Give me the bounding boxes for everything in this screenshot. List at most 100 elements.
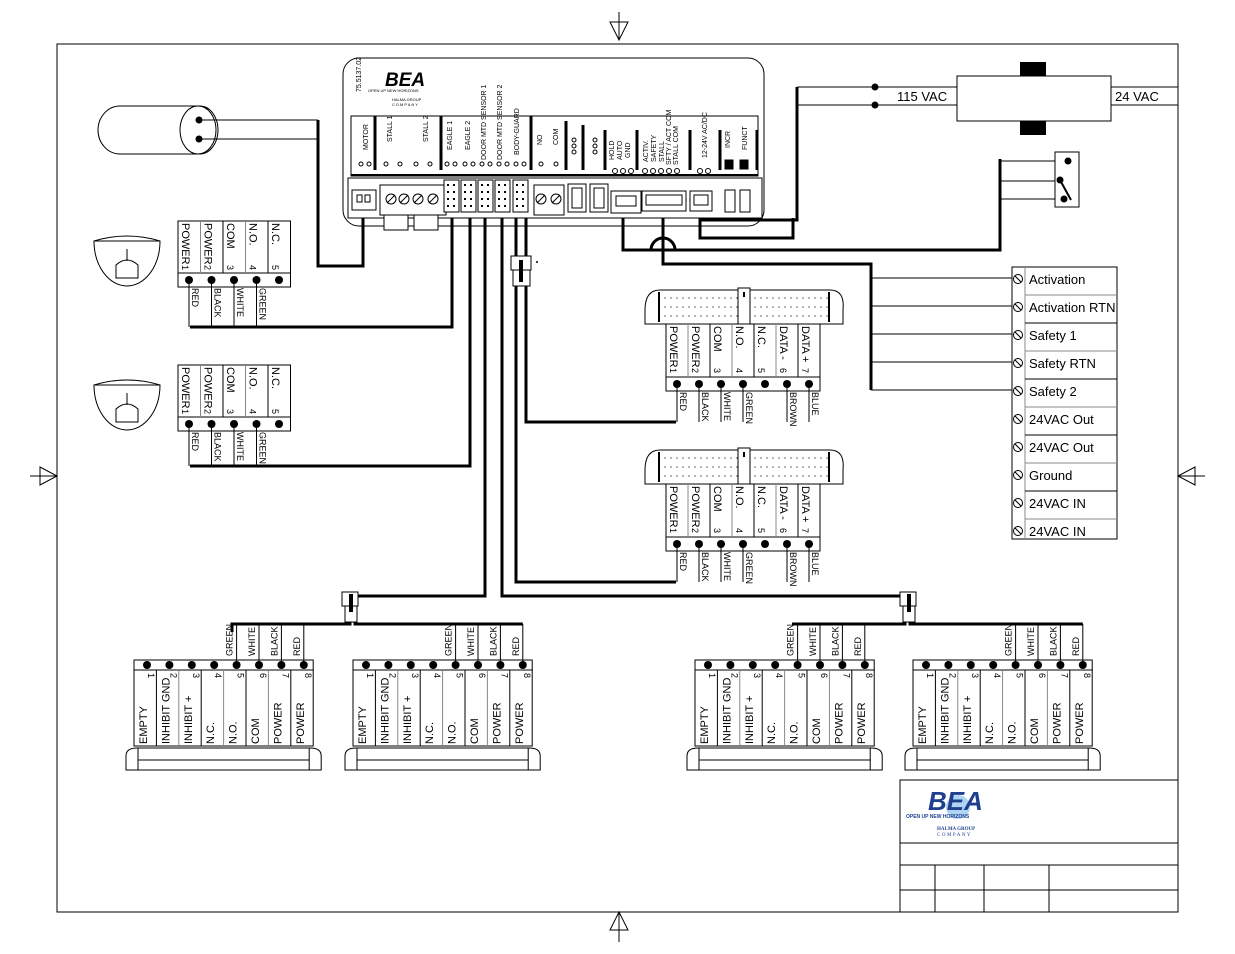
title-block-tagline: OPEN UP NEW HORIZONS	[906, 814, 970, 820]
pin-number: 6	[477, 673, 487, 678]
wire-color-label: WHITE	[722, 392, 732, 421]
terminal-label: Safety RTN	[1029, 356, 1096, 371]
pin-number: 7	[800, 368, 810, 373]
controller-group-2: COMPANY	[392, 102, 419, 107]
terminal-dot	[650, 168, 656, 174]
wire-color-label: BLACK	[700, 552, 710, 582]
pin-terminal	[275, 420, 283, 428]
wire-color-label: WHITE	[808, 627, 818, 656]
pin-label: EMPTY	[138, 705, 150, 744]
controller-section-label: SFTY / ACT COM	[666, 109, 673, 165]
terminal-label: Safety 2	[1029, 384, 1077, 399]
wire-color-label: WHITE	[466, 627, 476, 656]
pin-number: 5	[756, 528, 766, 533]
terminal-dot	[666, 168, 672, 174]
pin-number: 1	[925, 673, 935, 678]
funct-button[interactable]	[739, 159, 749, 170]
pin-number: 5	[236, 673, 246, 678]
controller-section-label: MOTOR	[363, 124, 370, 150]
incr-button[interactable]	[724, 159, 734, 170]
pin-label: N.C.	[766, 722, 778, 744]
wire-color-label: WHITE	[235, 432, 245, 461]
pin-label: POWER	[856, 702, 868, 744]
pin-number: 5	[797, 673, 807, 678]
pin-terminal	[210, 661, 219, 669]
pin-terminal	[406, 661, 415, 669]
terminal-dot	[496, 161, 502, 167]
terminal-dot	[538, 161, 544, 167]
pin-number: 4	[734, 528, 744, 533]
pin-number: 2	[203, 409, 213, 414]
controller-section-label: HOLD	[609, 141, 616, 160]
pin-number: 4	[774, 673, 784, 678]
pin-number: 4	[213, 673, 223, 678]
pin-label: INHIBIT +	[402, 696, 414, 744]
wire-color-label: GREEN	[258, 432, 268, 464]
pin-number: 3	[752, 673, 762, 678]
wire-color-label: RED	[190, 432, 200, 452]
controller-section-label: NO	[537, 134, 544, 145]
wire-color-label: BLACK	[269, 626, 279, 656]
pin-terminal	[771, 661, 780, 669]
splitter-connector-left	[341, 591, 359, 623]
terminal-strip: Activation Activation RTN Safety 1 Safety R…	[1011, 266, 1118, 540]
pin-terminal	[748, 661, 757, 669]
terminal-dot	[697, 168, 703, 174]
pin-label: INHIBIT GND	[939, 678, 951, 744]
wire-color-label: GREEN	[786, 624, 796, 656]
wire-color-label: WHITE	[722, 552, 732, 581]
pin-number: 3	[410, 673, 420, 678]
pin-label: POWER	[1051, 702, 1063, 744]
terminal-label: 24VAC IN	[1029, 496, 1086, 511]
pin-label: N.C.	[269, 367, 281, 389]
pin-terminal	[944, 661, 953, 669]
pin-label: N.O.	[1007, 721, 1019, 744]
wire-color-label: BROWN	[788, 552, 798, 587]
controller-section-label: BODY-GUARD	[514, 108, 521, 155]
terminal-dot	[620, 168, 626, 174]
pin-terminal	[761, 540, 769, 548]
pin-label: N.C.	[269, 223, 281, 245]
controller-section-label: STALL 2	[423, 115, 430, 142]
bodyguard-cables	[230, 622, 1080, 632]
pin-label: EMPTY	[357, 705, 369, 744]
wire-color-label: BLUE	[810, 552, 820, 576]
pin-label: N.O.	[247, 367, 259, 390]
eagle-sensor: POWER1REDPOWER2BLACKCOM3WHITEN.O.4GREENN…	[93, 364, 291, 466]
pin-number: 1	[707, 673, 717, 678]
pin-terminal	[143, 661, 151, 669]
pin-terminal	[726, 661, 735, 669]
pin-number: 7	[499, 673, 509, 678]
pin-terminal	[187, 661, 196, 669]
pin-label: COM	[711, 326, 723, 352]
pin-label: POWER	[179, 367, 191, 409]
center-mark-right	[1176, 466, 1205, 486]
transformer: 115 VAC 24 VAC	[797, 62, 1178, 135]
controller-section-label: DOOR MTD SENSOR 1	[481, 84, 488, 160]
terminal-dot	[470, 161, 476, 167]
bodyguard-sensor: EMPTY1INHIBIT GND2INHIBIT +3N.C.4N.O.5GR…	[125, 622, 322, 771]
pin-label: POWER	[514, 702, 526, 744]
pin-number: 6	[258, 673, 268, 678]
terminal-dot	[592, 137, 598, 143]
controller-section-label: GND	[625, 142, 632, 158]
pin-label: N.C.	[424, 722, 436, 744]
wire-color-label: RED	[292, 636, 302, 656]
pin-number: 6	[778, 528, 788, 533]
part-number: 75.5137.02	[356, 57, 363, 92]
pin-label: INHIBIT GND	[721, 678, 733, 744]
pin-label: POWER	[491, 702, 503, 744]
pin-terminal	[761, 380, 769, 388]
pin-label: POWER	[667, 486, 679, 528]
title-block: BEA OPEN UP NEW HORIZONS HALMA GROUP COM…	[899, 779, 1179, 913]
terminal-dot	[444, 161, 450, 167]
wire-color-label: RED	[678, 552, 688, 572]
pin-number: 1	[146, 673, 156, 678]
pin-label: COM	[469, 718, 481, 744]
pin-number: 7	[800, 528, 810, 533]
pin-number: 7	[1059, 673, 1069, 678]
wire-color-label: RED	[678, 392, 688, 412]
wire-color-label: WHITE	[1026, 627, 1036, 656]
terminal-strip-item[interactable]: Activation RTN	[1013, 300, 1116, 315]
motor	[97, 105, 318, 155]
